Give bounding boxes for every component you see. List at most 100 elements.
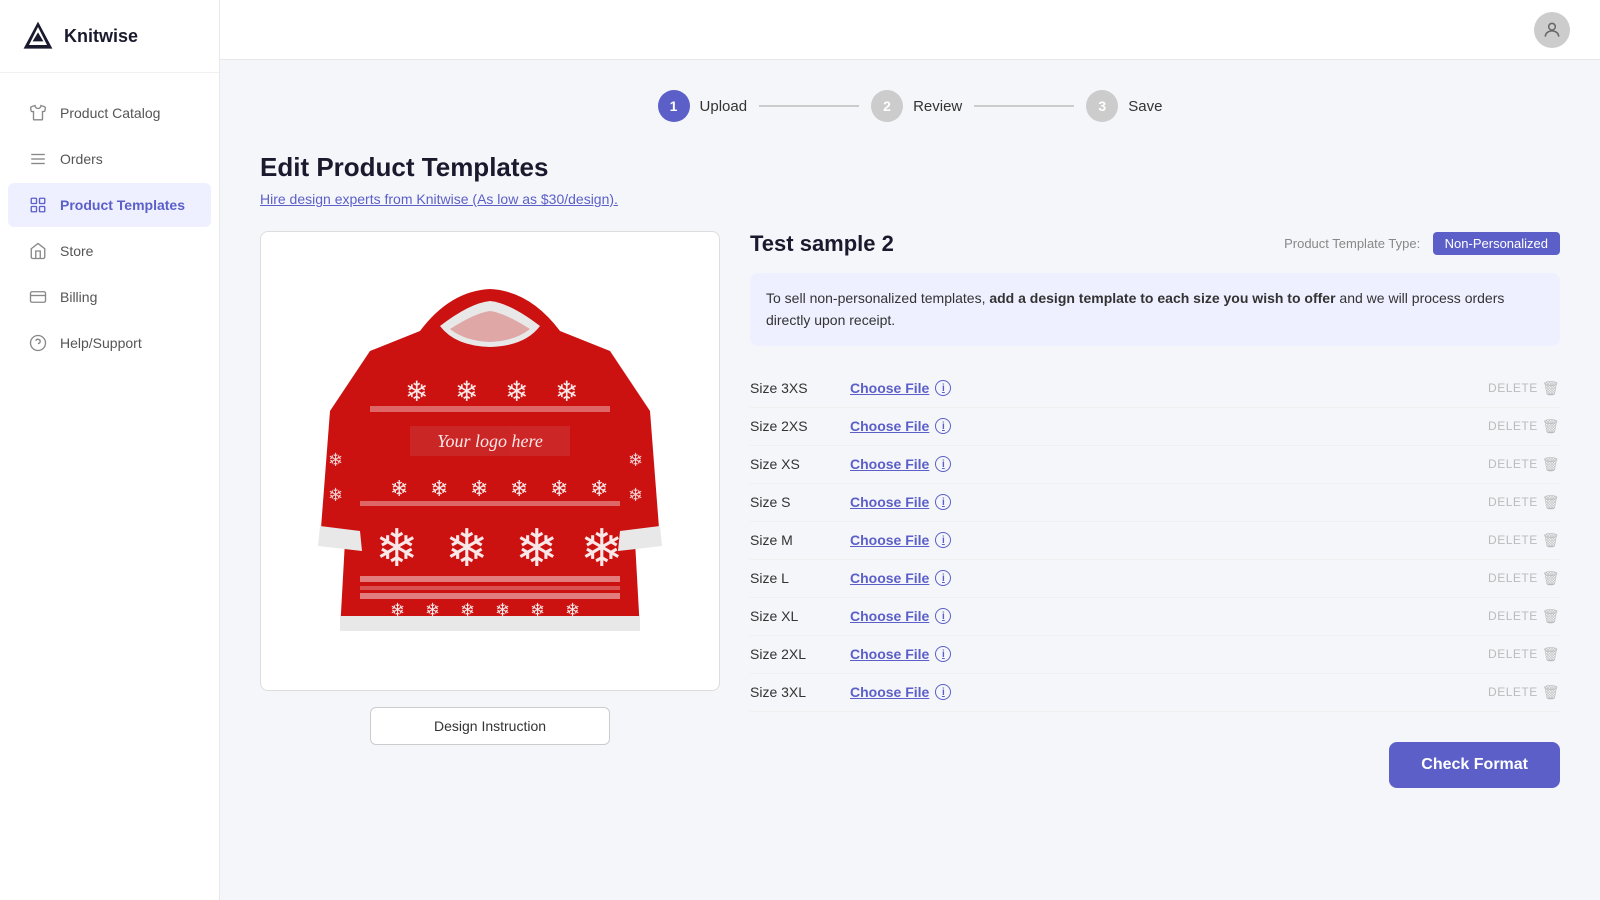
choose-file-link[interactable]: Choose File i	[850, 570, 951, 586]
delete-button[interactable]: DELETE 🗑	[1488, 418, 1560, 435]
size-label: Size 2XS	[750, 418, 850, 434]
templates-icon	[28, 195, 48, 215]
svg-text:❄: ❄	[550, 476, 568, 501]
info-circle-icon[interactable]: i	[935, 418, 951, 434]
table-row: Size M Choose File i DELETE 🗑	[750, 522, 1560, 560]
svg-text:❄: ❄	[455, 377, 478, 408]
delete-button[interactable]: DELETE 🗑	[1488, 608, 1560, 625]
choose-file-link[interactable]: Choose File i	[850, 646, 951, 662]
delete-button[interactable]: DELETE 🗑	[1488, 646, 1560, 663]
sidebar-item-label: Store	[60, 243, 93, 259]
step-1-circle: 1	[658, 90, 690, 122]
steps-indicator: 1 Upload 2 Review 3 Save	[260, 90, 1560, 122]
bottom-actions: Check Format	[750, 742, 1560, 788]
info-circle-icon[interactable]: i	[935, 380, 951, 396]
info-circle-icon[interactable]: i	[935, 494, 951, 510]
product-image-box: ❄ ❄ ❄ ❄ Your logo here ❄ ❄	[260, 231, 720, 691]
svg-text:❄: ❄	[555, 377, 578, 408]
table-row: Size S Choose File i DELETE 🗑	[750, 484, 1560, 522]
choose-file-link[interactable]: Choose File i	[850, 494, 951, 510]
step-3: 3 Save	[1086, 90, 1162, 122]
svg-text:❄: ❄	[430, 476, 448, 501]
delete-button[interactable]: DELETE 🗑	[1488, 456, 1560, 473]
delete-button[interactable]: DELETE 🗑	[1488, 570, 1560, 587]
sidebar-item-orders[interactable]: Orders	[8, 137, 211, 181]
svg-text:❄: ❄	[505, 377, 528, 408]
choose-file-link[interactable]: Choose File i	[850, 380, 951, 396]
orders-icon	[28, 149, 48, 169]
sidebar-item-product-catalog[interactable]: Product Catalog	[8, 91, 211, 135]
choose-file-link[interactable]: Choose File i	[850, 532, 951, 548]
table-row: Size 2XS Choose File i DELETE 🗑	[750, 408, 1560, 446]
choose-file-link[interactable]: Choose File i	[850, 608, 951, 624]
size-label: Size 2XL	[750, 646, 850, 662]
trash-icon: 🗑	[1542, 380, 1560, 397]
step-1: 1 Upload	[658, 90, 748, 122]
table-row: Size L Choose File i DELETE 🗑	[750, 560, 1560, 598]
sidebar-item-product-templates[interactable]: Product Templates	[8, 183, 211, 227]
delete-button[interactable]: DELETE 🗑	[1488, 380, 1560, 397]
step-1-label: Upload	[700, 98, 748, 115]
delete-label: DELETE	[1488, 647, 1538, 661]
choose-file-text: Choose File	[850, 456, 929, 472]
svg-text:❄: ❄	[565, 600, 580, 620]
svg-text:❄: ❄	[590, 476, 608, 501]
info-circle-icon[interactable]: i	[935, 456, 951, 472]
topbar	[220, 0, 1600, 60]
sidebar-nav: Product Catalog Orders Product Templates	[0, 73, 219, 900]
step-3-label: Save	[1128, 98, 1162, 115]
choose-file-text: Choose File	[850, 532, 929, 548]
table-row: Size XS Choose File i DELETE 🗑	[750, 446, 1560, 484]
delete-button[interactable]: DELETE 🗑	[1488, 532, 1560, 549]
choose-file-link[interactable]: Choose File i	[850, 684, 951, 700]
delete-button[interactable]: DELETE 🗑	[1488, 684, 1560, 701]
svg-text:❄: ❄	[530, 600, 545, 620]
sidebar-item-store[interactable]: Store	[8, 229, 211, 273]
svg-text:❄: ❄	[328, 485, 343, 505]
help-icon	[28, 333, 48, 353]
hire-link[interactable]: Hire design experts from Knitwise (As lo…	[260, 191, 618, 207]
step-line-1	[759, 105, 859, 107]
svg-text:❄: ❄	[470, 476, 488, 501]
user-avatar-button[interactable]	[1534, 12, 1570, 48]
svg-text:❄: ❄	[390, 476, 408, 501]
right-panel: Test sample 2 Product Template Type: Non…	[750, 231, 1560, 788]
info-circle-icon[interactable]: i	[935, 608, 951, 624]
product-type-label: Product Template Type:	[1284, 236, 1420, 251]
table-row: Size 3XL Choose File i DELETE 🗑	[750, 674, 1560, 712]
logo-text: Knitwise	[64, 26, 138, 47]
product-type-badge: Non-Personalized	[1433, 232, 1560, 255]
table-row: Size XL Choose File i DELETE 🗑	[750, 598, 1560, 636]
step-2-circle: 2	[871, 90, 903, 122]
trash-icon: 🗑	[1542, 684, 1560, 701]
check-format-button[interactable]: Check Format	[1389, 742, 1560, 788]
product-type-container: Product Template Type: Non-Personalized	[1284, 235, 1560, 253]
svg-text:❄: ❄	[445, 521, 489, 578]
size-label: Size S	[750, 494, 850, 510]
info-circle-icon[interactable]: i	[935, 570, 951, 586]
sizes-table: Size 3XS Choose File i DELETE 🗑 Size 2XS…	[750, 370, 1560, 712]
trash-icon: 🗑	[1542, 494, 1560, 511]
choose-file-text: Choose File	[850, 494, 929, 510]
size-label: Size XS	[750, 456, 850, 472]
info-circle-icon[interactable]: i	[935, 684, 951, 700]
info-circle-icon[interactable]: i	[935, 532, 951, 548]
logo: Knitwise	[0, 0, 219, 73]
svg-text:❄: ❄	[405, 377, 428, 408]
size-label: Size 3XS	[750, 380, 850, 396]
delete-label: DELETE	[1488, 533, 1538, 547]
choose-file-link[interactable]: Choose File i	[850, 456, 951, 472]
delete-label: DELETE	[1488, 495, 1538, 509]
step-2: 2 Review	[871, 90, 962, 122]
design-instruction-button[interactable]: Design Instruction	[370, 707, 610, 745]
choose-file-link[interactable]: Choose File i	[850, 418, 951, 434]
svg-text:❄: ❄	[495, 600, 510, 620]
sidebar-item-billing[interactable]: Billing	[8, 275, 211, 319]
svg-text:❄: ❄	[628, 485, 643, 505]
sweater-image: ❄ ❄ ❄ ❄ Your logo here ❄ ❄	[310, 251, 670, 671]
sidebar-item-help-support[interactable]: Help/Support	[8, 321, 211, 365]
store-icon	[28, 241, 48, 261]
info-circle-icon[interactable]: i	[935, 646, 951, 662]
delete-button[interactable]: DELETE 🗑	[1488, 494, 1560, 511]
billing-icon	[28, 287, 48, 307]
